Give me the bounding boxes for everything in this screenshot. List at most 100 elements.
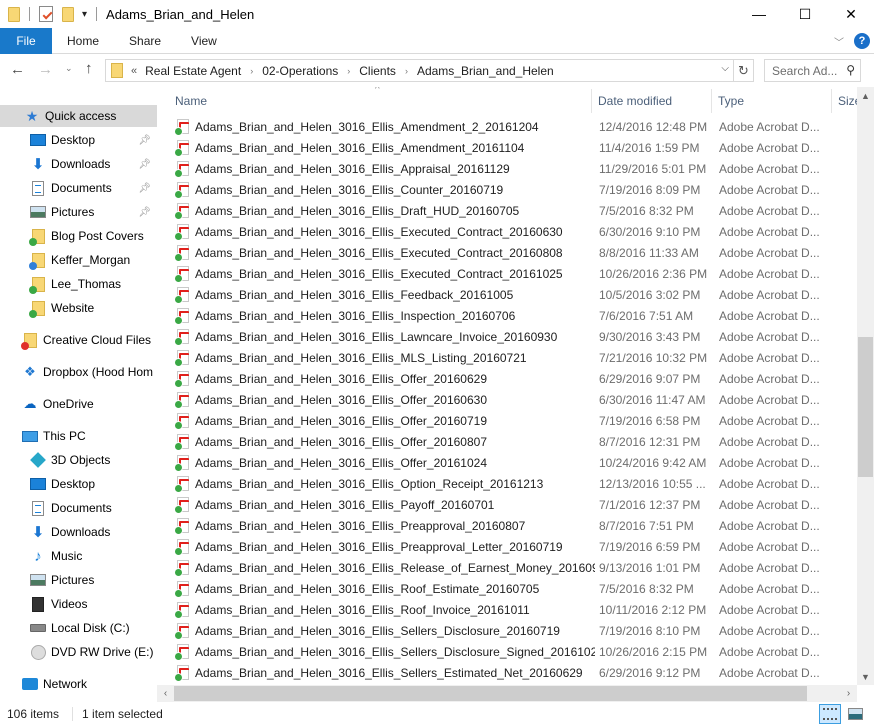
minimize-button[interactable]: — (736, 0, 782, 28)
file-row[interactable]: Adams_Brian_and_Helen_3016_Ellis_Execute… (174, 221, 857, 242)
file-row[interactable]: Adams_Brian_and_Helen_3016_Ellis_Sellers… (174, 662, 857, 683)
file-row[interactable]: Adams_Brian_and_Helen_3016_Ellis_Amendme… (174, 116, 857, 137)
nav-quick-desktop[interactable]: Desktop 📌︎ (0, 129, 157, 151)
details-view-button[interactable] (819, 703, 841, 724)
file-row[interactable]: Adams_Brian_and_Helen_3016_Ellis_MLS_Lis… (174, 347, 857, 368)
nav-pc-dvd-drive[interactable]: DVD RW Drive (E:) H (0, 641, 157, 663)
nav-pc-desktop[interactable]: Desktop (0, 473, 157, 495)
maximize-button[interactable]: ☐ (782, 0, 828, 28)
file-row[interactable]: Adams_Brian_and_Helen_3016_Ellis_Execute… (174, 263, 857, 284)
tab-file[interactable]: File (0, 27, 52, 54)
breadcrumb-chevron-icon[interactable]: › (347, 66, 350, 76)
file-row[interactable]: Adams_Brian_and_Helen_3016_Ellis_Apprais… (174, 158, 857, 179)
search-input[interactable]: Search Ad... ⚲ (764, 59, 861, 82)
file-row[interactable]: Adams_Brian_and_Helen_3016_Ellis_Execute… (174, 242, 857, 263)
large-icons-view-button[interactable] (844, 704, 866, 724)
breadcrumb-clients[interactable]: Clients (359, 64, 396, 78)
file-row[interactable]: Adams_Brian_and_Helen_3016_Ellis_Preappr… (174, 515, 857, 536)
breadcrumb-current-folder[interactable]: Adams_Brian_and_Helen (417, 64, 554, 78)
help-icon[interactable]: ? (854, 33, 870, 49)
file-row[interactable]: Adams_Brian_and_Helen_3016_Ellis_Feedbac… (174, 284, 857, 305)
breadcrumb-real-estate-agent[interactable]: Real Estate Agent (145, 64, 241, 78)
scroll-right-arrow-icon[interactable]: › (840, 685, 857, 702)
up-arrow-icon[interactable]: ↑ (85, 60, 93, 77)
back-arrow-icon[interactable]: ← (10, 61, 25, 78)
nav-pc-videos[interactable]: Videos (0, 593, 157, 615)
pin-icon[interactable]: 📌︎ (138, 183, 151, 194)
horizontal-scroll-thumb[interactable] (174, 686, 807, 701)
file-row[interactable]: Adams_Brian_and_Helen_3016_Ellis_Inspect… (174, 305, 857, 326)
file-row[interactable]: Adams_Brian_and_Helen_3016_Ellis_Option_… (174, 473, 857, 494)
expand-ribbon-icon[interactable]: ﹀ (834, 34, 844, 49)
file-row[interactable]: Adams_Brian_and_Helen_3016_Ellis_Offer_2… (174, 410, 857, 431)
nav-quick-keffer-morgan[interactable]: Keffer_Morgan (0, 249, 157, 271)
file-row[interactable]: Adams_Brian_and_Helen_3016_Ellis_Draft_H… (174, 200, 857, 221)
file-row[interactable]: Adams_Brian_and_Helen_3016_Ellis_Amendme… (174, 137, 857, 158)
tab-view[interactable]: View (176, 28, 232, 54)
vertical-scroll-thumb[interactable] (858, 337, 873, 478)
breadcrumb-chevron-icon[interactable]: › (405, 66, 408, 76)
close-button[interactable]: ✕ (828, 0, 874, 28)
scroll-left-arrow-icon[interactable]: ‹ (157, 685, 174, 702)
nav-pc-music[interactable]: ♪ Music (0, 545, 157, 567)
file-row[interactable]: Adams_Brian_and_Helen_3016_Ellis_Offer_2… (174, 368, 857, 389)
nav-pc-downloads[interactable]: ⬇ Downloads (0, 521, 157, 543)
nav-creative-cloud-files[interactable]: Creative Cloud Files (0, 329, 157, 351)
nav-quick-downloads[interactable]: ⬇ Downloads 📌︎ (0, 153, 157, 175)
file-row[interactable]: Adams_Brian_and_Helen_3016_Ellis_Release… (174, 557, 857, 578)
file-row[interactable]: Adams_Brian_and_Helen_3016_Ellis_Offer_2… (174, 452, 857, 473)
nav-quick-access[interactable]: ★ Quick access (0, 105, 157, 127)
customize-toolbar-icon[interactable]: ▾ (82, 9, 87, 20)
file-row[interactable]: Adams_Brian_and_Helen_3016_Ellis_Preappr… (174, 536, 857, 557)
file-row[interactable]: Adams_Brian_and_Helen_3016_Ellis_Roof_In… (174, 599, 857, 620)
column-divider[interactable] (591, 89, 592, 113)
nav-quick-blog-post-covers[interactable]: Blog Post Covers (0, 225, 157, 247)
file-row[interactable]: Adams_Brian_and_Helen_3016_Ellis_Sellers… (174, 641, 857, 662)
nav-quick-pictures[interactable]: Pictures 📌︎ (0, 201, 157, 223)
address-bar[interactable]: « Real Estate Agent › 02-Operations › Cl… (105, 59, 754, 82)
column-header-date-modified[interactable]: Date modified (593, 87, 711, 115)
column-header-size[interactable]: Size (833, 87, 857, 115)
file-row[interactable]: Adams_Brian_and_Helen_3016_Ellis_Payoff_… (174, 494, 857, 515)
scroll-down-arrow-icon[interactable]: ▼ (857, 668, 874, 685)
address-history-chevron-icon[interactable]: ⌵ (721, 63, 729, 74)
file-row[interactable]: Adams_Brian_and_Helen_3016_Ellis_Offer_2… (174, 389, 857, 410)
horizontal-scrollbar[interactable]: ‹ › (157, 685, 857, 702)
properties-icon[interactable] (39, 6, 53, 22)
file-row[interactable]: Adams_Brian_and_Helen_3016_Ellis_Offer_2… (174, 431, 857, 452)
nav-quick-website[interactable]: Website (0, 297, 157, 319)
nav-quick-documents[interactable]: Documents 📌︎ (0, 177, 157, 199)
nav-onedrive[interactable]: ☁ OneDrive (0, 393, 157, 415)
nav-pc-3d-objects[interactable]: 3D Objects (0, 449, 157, 471)
nav-this-pc[interactable]: This PC (0, 425, 157, 447)
breadcrumb-02-operations[interactable]: 02-Operations (262, 64, 338, 78)
nav-pc-local-disk[interactable]: Local Disk (C:) (0, 617, 157, 639)
pin-icon[interactable]: 📌︎ (138, 159, 151, 170)
tab-share[interactable]: Share (114, 28, 176, 54)
vertical-scrollbar[interactable]: ▲ ▼ (857, 87, 874, 685)
column-divider[interactable] (831, 89, 832, 113)
column-divider[interactable] (711, 89, 712, 113)
new-folder-icon[interactable] (62, 6, 74, 22)
file-row[interactable]: Adams_Brian_and_Helen_3016_Ellis_Roof_Es… (174, 578, 857, 599)
search-icon[interactable]: ⚲ (846, 63, 855, 77)
file-row[interactable]: Adams_Brian_and_Helen_3016_Ellis_Counter… (174, 179, 857, 200)
column-header-name[interactable]: Name (170, 87, 591, 115)
scroll-up-arrow-icon[interactable]: ▲ (857, 87, 874, 104)
pin-icon[interactable]: 📌︎ (138, 135, 151, 146)
file-row[interactable]: Adams_Brian_and_Helen_3016_Ellis_Lawncar… (174, 326, 857, 347)
breadcrumb-chevron-icon[interactable]: › (250, 66, 253, 76)
nav-pc-documents[interactable]: Documents (0, 497, 157, 519)
nav-quick-lee-thomas[interactable]: Lee_Thomas (0, 273, 157, 295)
column-header-type[interactable]: Type (713, 87, 831, 115)
refresh-icon[interactable]: ↻ (733, 60, 753, 81)
pin-icon[interactable]: 📌︎ (138, 207, 151, 218)
nav-pc-pictures[interactable]: Pictures (0, 569, 157, 591)
tab-home[interactable]: Home (52, 28, 114, 54)
file-row[interactable]: Adams_Brian_and_Helen_3016_Ellis_Sellers… (174, 620, 857, 641)
recent-locations-chevron-icon[interactable]: ⌄ (65, 63, 73, 74)
breadcrumb-overflow[interactable]: « (131, 65, 137, 77)
nav-network[interactable]: Network (0, 673, 157, 695)
forward-arrow-icon[interactable]: → (38, 61, 53, 78)
nav-dropbox[interactable]: ❖ Dropbox (Hood Hom (0, 361, 157, 383)
